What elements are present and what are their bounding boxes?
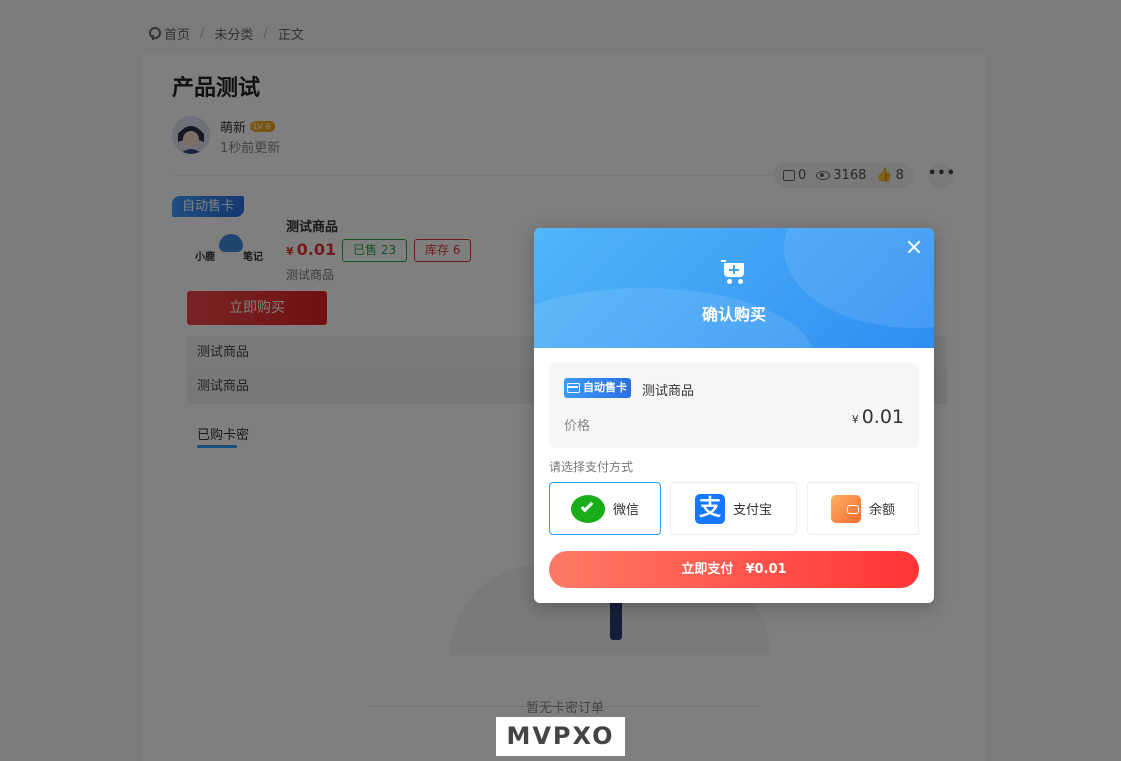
credit-card-icon bbox=[567, 383, 580, 393]
pay-option-label: 支付宝 bbox=[732, 503, 772, 518]
pay-option-label: 微信 bbox=[612, 503, 639, 518]
order-item-name: 测试商品 bbox=[642, 384, 695, 399]
pay-option-wechat[interactable]: 微信 bbox=[549, 482, 661, 535]
close-icon[interactable] bbox=[906, 239, 922, 255]
wallet-icon bbox=[830, 494, 861, 523]
auto-card-tag: 自动售卡 bbox=[564, 378, 631, 398]
order-price: ¥0.01 bbox=[851, 406, 904, 428]
modal-header: 确认购买 bbox=[534, 228, 934, 348]
pay-method-label: 请选择支付方式 bbox=[549, 460, 634, 474]
modal-title: 确认购买 bbox=[701, 305, 766, 324]
wechat-icon bbox=[570, 494, 605, 523]
cart-add-icon bbox=[721, 260, 747, 284]
alipay-icon: 支 bbox=[694, 493, 725, 524]
pay-option-alipay[interactable]: 支 支付宝 bbox=[670, 482, 797, 535]
watermark: MVPXO bbox=[496, 717, 625, 756]
order-info-card: 自动售卡 测试商品 价格 ¥0.01 bbox=[549, 363, 919, 448]
price-label: 价格 bbox=[564, 419, 591, 434]
pay-now-button[interactable]: 立即支付 ¥0.01 bbox=[549, 551, 919, 588]
pay-option-label: 余额 bbox=[868, 503, 895, 518]
pay-option-balance[interactable]: 余额 bbox=[807, 482, 919, 535]
purchase-modal: 确认购买 自动售卡 测试商品 价格 ¥0.01 请选择支付方式 微信 支 支付宝… bbox=[534, 228, 934, 603]
